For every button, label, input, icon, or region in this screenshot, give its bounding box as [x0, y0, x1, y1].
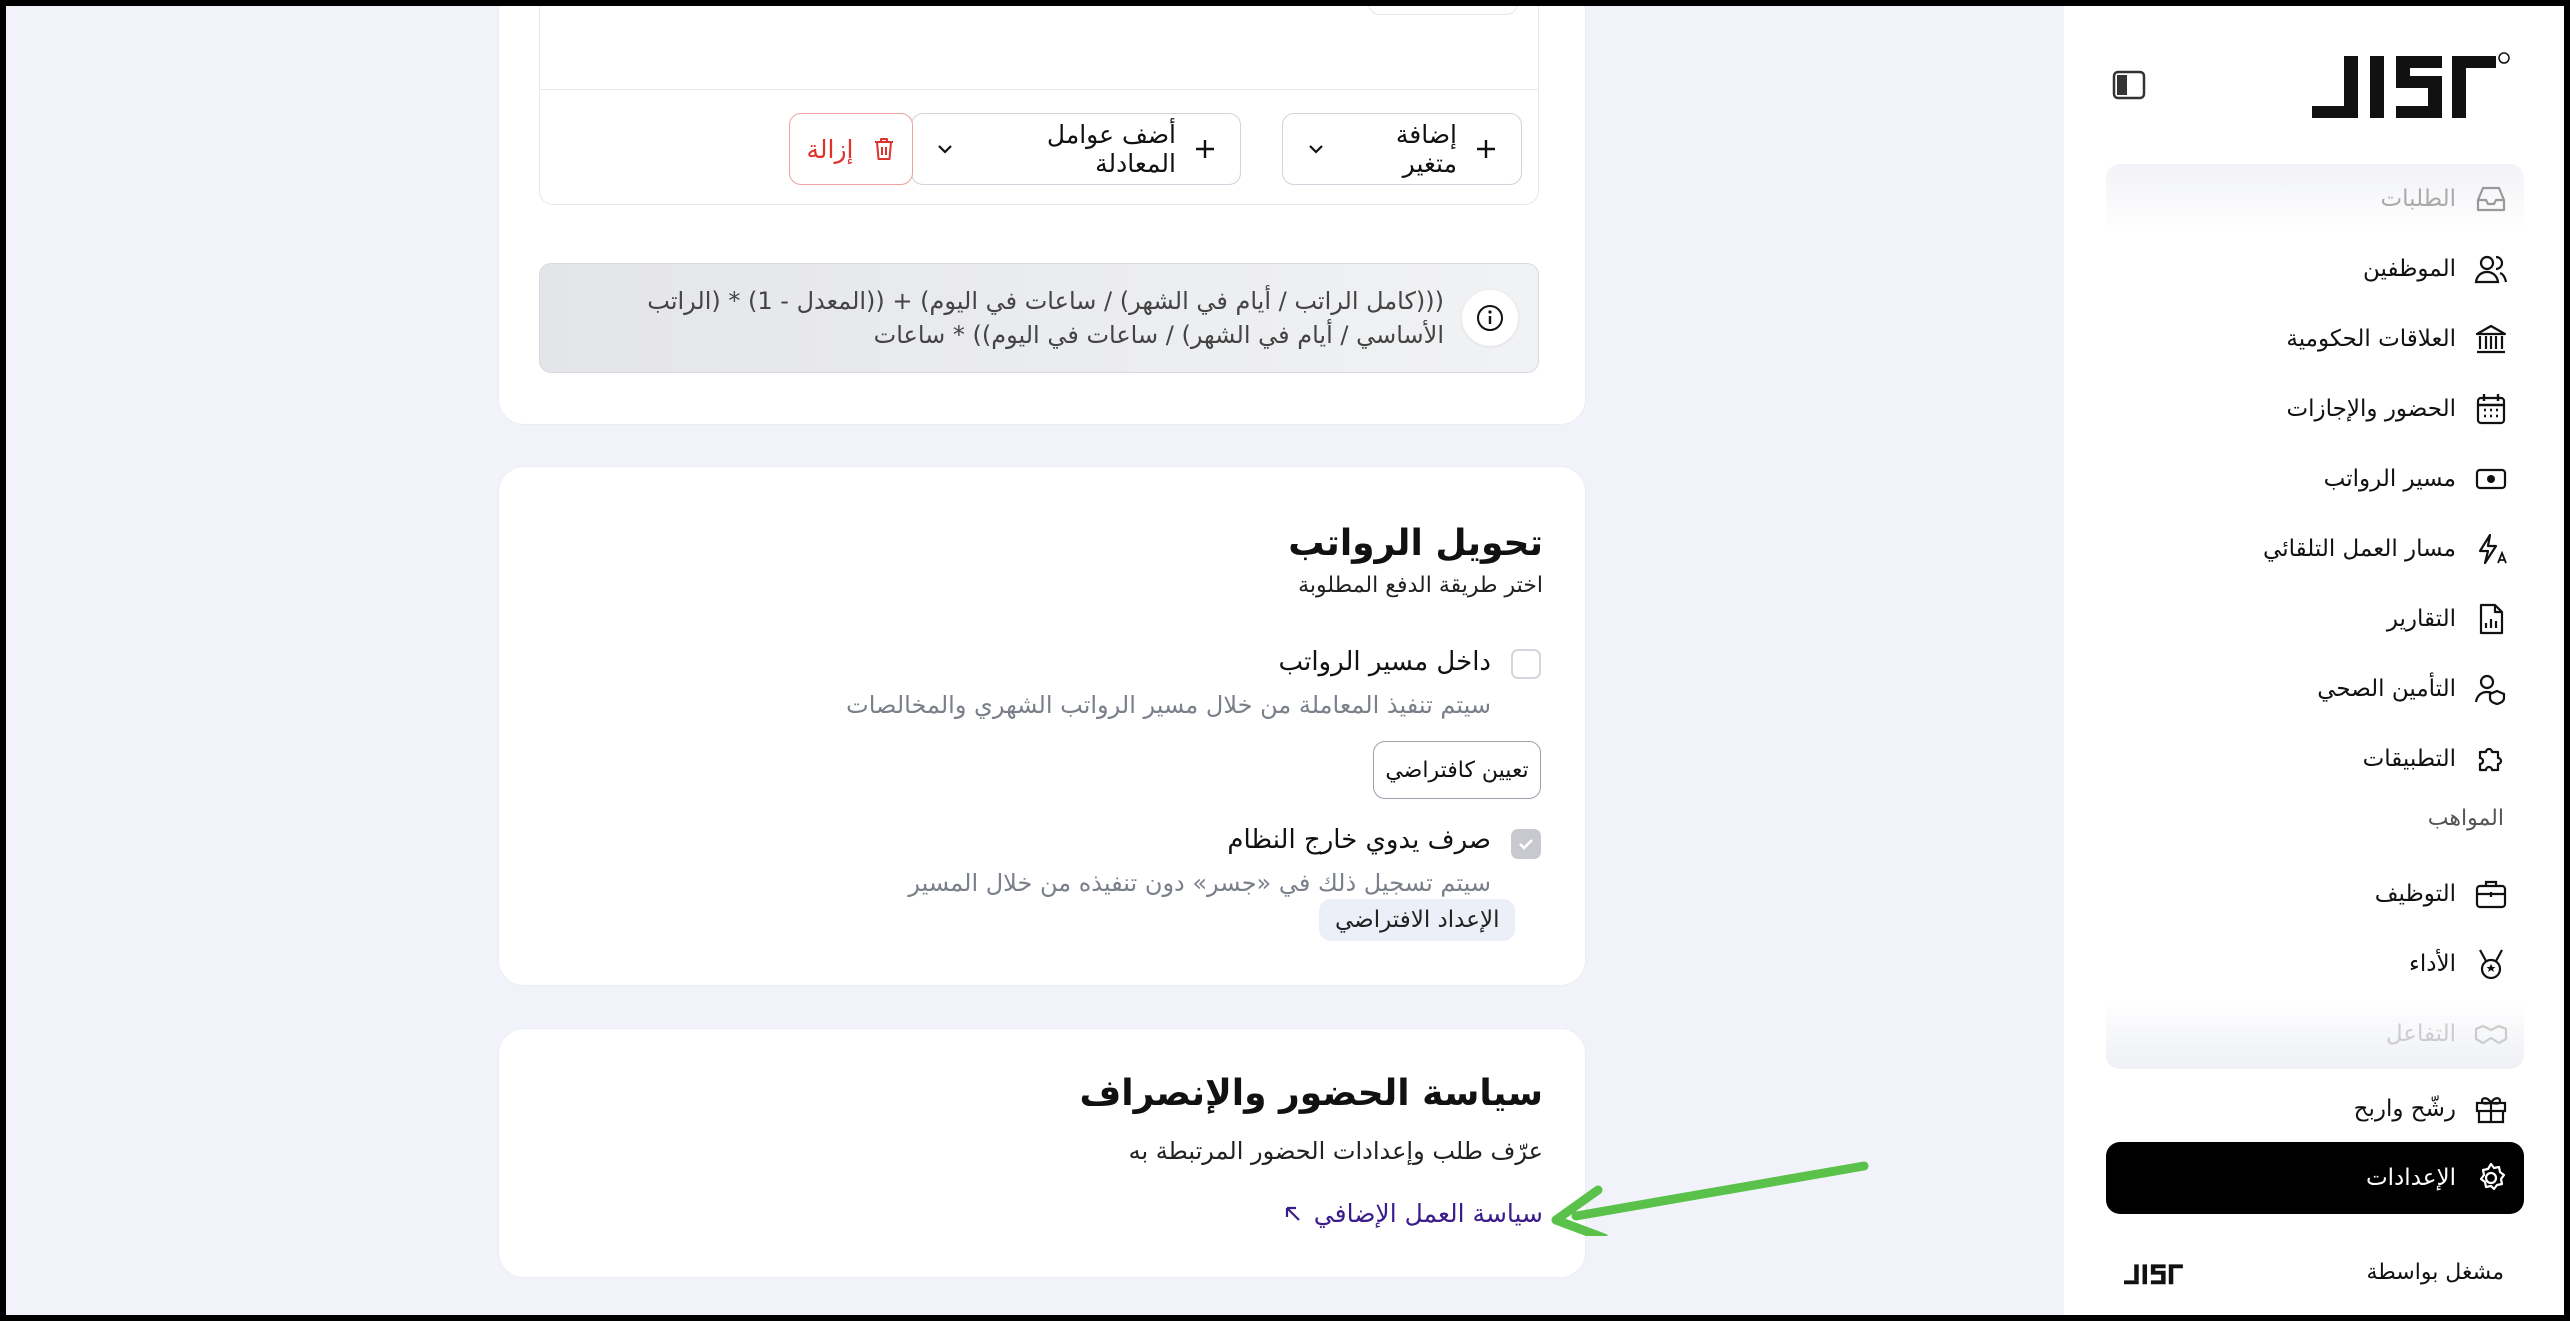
powered-by-label: مشغل بواسطة: [2366, 1260, 2504, 1285]
sidebar-item-label: التفاعل: [2385, 1021, 2456, 1047]
option-payroll-desc: سيتم تنفيذ المعاملة من خلال مسير الرواتب…: [846, 691, 1491, 719]
sidebar-item-insurance[interactable]: التأمين الصحي: [2106, 654, 2524, 724]
sidebar-item-payroll[interactable]: مسير الرواتب: [2106, 444, 2524, 514]
plus-icon: [1477, 140, 1495, 158]
sidebar-item-attendance[interactable]: الحضور والإجازات: [2106, 374, 2524, 444]
formula-text: (((كامل الراتب / أيام في الشهر) / ساعات …: [647, 287, 1444, 349]
report-icon: [2479, 603, 2504, 635]
sidebar-item-employees[interactable]: الموظفين: [2106, 234, 2524, 304]
chevron-down-icon: [938, 145, 952, 154]
sidebar-item-label: الموظفين: [2363, 256, 2456, 282]
editor-tag: [1368, 6, 1518, 15]
option-manual-checkbox[interactable]: [1511, 829, 1541, 859]
sidebar-item-automation[interactable]: مسار العمل التلقائي: [2106, 514, 2524, 584]
chevron-down-icon: [1309, 145, 1323, 154]
sidebar-item-label: التقارير: [2386, 606, 2456, 632]
add-variable-label: إضافة متغير: [1395, 120, 1457, 178]
sidebar-item-settings[interactable]: الإعدادات: [2106, 1142, 2524, 1214]
option-manual-label: صرف يدوي خارج النظام: [1227, 825, 1491, 855]
inbox-icon: [2476, 186, 2506, 212]
sidebar-item-reports[interactable]: التقارير: [2106, 584, 2524, 654]
sidebar-item-requests[interactable]: الطلبات: [2106, 164, 2524, 234]
sidebar-item-label: مسير الرواتب: [2323, 466, 2456, 492]
sidebar-item-label: مسار العمل التلقائي: [2263, 536, 2456, 562]
main-content: إضافة متغير أضف عوامل المعادلة إزالة (((…: [6, 6, 2064, 1315]
remove-label: إزالة: [806, 134, 854, 164]
talent-section-label: المواهب: [2427, 806, 2504, 831]
add-operators-button[interactable]: أضف عوامل المعادلة: [911, 113, 1241, 185]
trash-icon: [874, 138, 893, 160]
app-frame: إضافة متغير أضف عوامل المعادلة إزالة (((…: [6, 6, 2564, 1315]
formula-card: إضافة متغير أضف عوامل المعادلة إزالة (((…: [498, 6, 1586, 425]
transfer-title: تحويل الرواتب: [1288, 523, 1543, 564]
sidebar-toggle-icon[interactable]: [2112, 70, 2146, 100]
sidebar-item-label: الحضور والإجازات: [2286, 396, 2456, 422]
option-payroll-checkbox[interactable]: [1511, 649, 1541, 679]
plus-icon: [1196, 140, 1214, 158]
bank-icon: [2475, 324, 2507, 354]
sidebar-item-label: العلاقات الحكومية: [2286, 326, 2456, 352]
divider: [540, 89, 1538, 90]
remove-button[interactable]: إزالة: [789, 113, 913, 185]
sidebar-item-referral[interactable]: رشّح واربح: [2106, 1074, 2524, 1144]
overtime-policy-label: سياسة العمل الإضافي: [1313, 1199, 1543, 1228]
salary-transfer-card: تحويل الرواتب اختر طريقة الدفع المطلوبة …: [498, 466, 1586, 986]
sidebar-item-label: الإعدادات: [2366, 1165, 2456, 1191]
overtime-policy-link[interactable]: سياسة العمل الإضافي: [1284, 1199, 1543, 1228]
automation-icon: [2478, 533, 2507, 565]
sidebar-item-gov-relations[interactable]: العلاقات الحكومية: [2106, 304, 2524, 374]
insurance-icon: [2474, 674, 2506, 706]
attendance-policy-card: سياسة الحضور والإنصراف عرّف طلب وإعدادات…: [498, 1028, 1586, 1278]
option-payroll-label: داخل مسير الرواتب: [1278, 647, 1491, 677]
medal-icon: [2479, 949, 2503, 980]
gear-icon: [2479, 1162, 2506, 1191]
add-operators-label: أضف عوامل المعادلة: [1046, 120, 1176, 178]
attendance-subtitle: عرّف طلب وإعدادات الحضور المرتبطة به: [1128, 1137, 1543, 1165]
sidebar-item-engagement[interactable]: التفاعل: [2106, 999, 2524, 1069]
sidebar-item-label: رشّح واربح: [2353, 1096, 2456, 1122]
option-manual-desc: سيتم تسجيل ذلك في «جسر» دون تنفيذه من خل…: [908, 869, 1491, 897]
set-default-button[interactable]: تعيين كافتراضي: [1373, 741, 1541, 799]
users-icon: [2474, 255, 2508, 284]
annotation-arrow: [1551, 1161, 1869, 1236]
sidebar-item-recruitment[interactable]: التوظيف: [2106, 859, 2524, 929]
sidebar-item-label: التطبيقات: [2362, 746, 2456, 772]
puzzle-icon: [2478, 747, 2503, 772]
cash-icon: [2475, 468, 2507, 490]
sidebar-item-performance[interactable]: الأداء: [2106, 929, 2524, 999]
add-variable-button[interactable]: إضافة متغير: [1282, 113, 1522, 185]
gift-icon: [2475, 1097, 2507, 1124]
sidebar-item-label: الطلبات: [2380, 186, 2456, 212]
sidebar-item-apps[interactable]: التطبيقات: [2106, 724, 2524, 794]
handshake-icon: [2474, 1024, 2508, 1045]
info-icon[interactable]: [1462, 290, 1518, 346]
transfer-subtitle: اختر طريقة الدفع المطلوبة: [1298, 573, 1543, 598]
sidebar-item-label: الأداء: [2409, 951, 2456, 977]
sidebar-item-label: التوظيف: [2374, 881, 2456, 907]
formula-preview: (((كامل الراتب / أيام في الشهر) / ساعات …: [539, 263, 1539, 373]
briefcase-icon: [2475, 880, 2507, 909]
default-badge: الإعداد الافتراضي: [1319, 899, 1516, 941]
arrow-up-left-icon: [1285, 1206, 1300, 1221]
jisr-logo: [2312, 52, 2510, 118]
jisr-small-logo: [2124, 1264, 2183, 1285]
sidebar-item-label: التأمين الصحي: [2317, 676, 2456, 702]
sidebar: الطلبات الموظفين العلاقات الحكومية الحضو…: [2064, 6, 2564, 1315]
check-icon: [1519, 839, 1533, 850]
attendance-title: سياسة الحضور والإنصراف: [1079, 1073, 1543, 1114]
calendar-icon: [2476, 394, 2506, 425]
